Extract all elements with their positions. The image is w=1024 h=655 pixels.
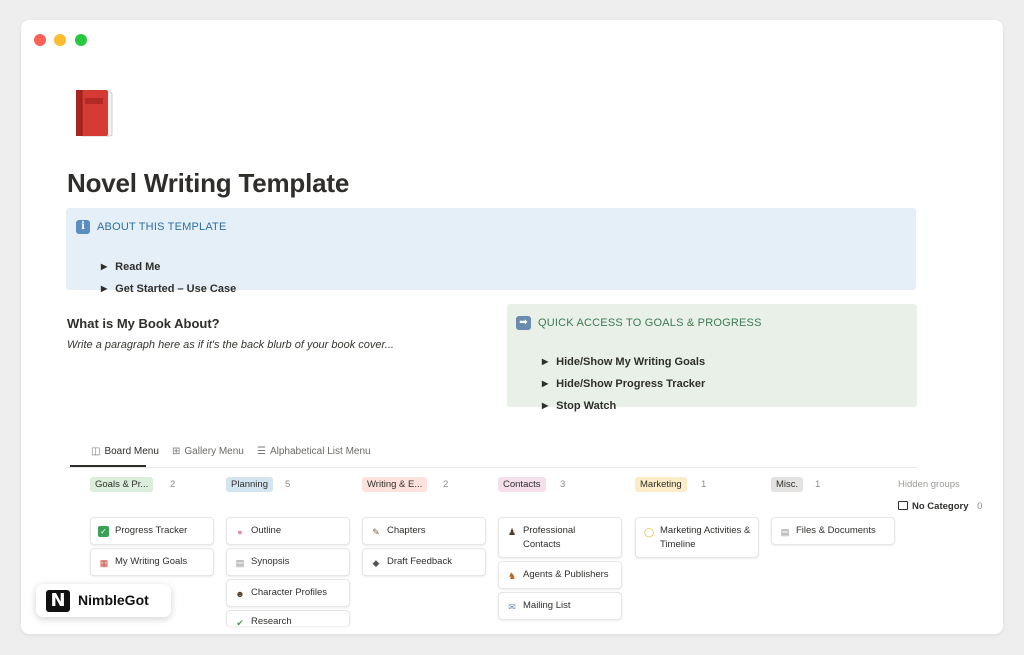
goals-progress-callout: ➡ QUICK ACCESS TO GOALS & PROGRESS ▶ Hide… <box>507 304 917 412</box>
board-card-my-writing-goals[interactable]: ▦ My Writing Goals <box>90 548 214 576</box>
gallery-icon: ⊞ <box>172 446 181 457</box>
group-count: 3 <box>560 479 566 490</box>
board-card-synopsis[interactable]: ▤ Synopsis <box>226 548 350 576</box>
about-template-callout: i ABOUT THIS TEMPLATE ▶ Read Me ▶ Get Star… <box>66 208 916 295</box>
pen-icon: ✎ <box>372 527 380 537</box>
group-label[interactable]: Goals & Pr... <box>90 477 154 492</box>
board-card-mailing-list[interactable]: ✉ Mailing List <box>498 592 622 620</box>
toggle-get-started[interactable]: ▶ Get Started – Use Case <box>101 283 236 295</box>
no-category-count: 0 <box>977 501 983 512</box>
board-icon: ◫ <box>91 446 101 457</box>
toggle-triangle-icon[interactable]: ▶ <box>542 357 548 366</box>
tabs-divider <box>66 467 917 468</box>
group-count: 1 <box>815 479 821 490</box>
file-icon: ▤ <box>780 527 790 537</box>
toggle-label: Stop Watch <box>556 400 617 412</box>
group-label[interactable]: Contacts <box>498 477 546 492</box>
card-title: Files & Documents <box>796 525 876 536</box>
hidden-group-no-category[interactable]: No Category 0 <box>898 500 982 512</box>
mail-icon: ✉ <box>508 602 516 612</box>
card-title: Chapters <box>387 525 426 536</box>
inbox-icon <box>898 501 908 510</box>
window-close-button[interactable] <box>34 34 46 46</box>
toggle-triangle-icon[interactable]: ▶ <box>542 401 548 410</box>
card-title: Synopsis <box>251 556 290 567</box>
tab-label: Board Menu <box>104 446 159 457</box>
group-count: 2 <box>170 479 176 490</box>
board-card-outline[interactable]: ● Outline <box>226 517 350 545</box>
card-title: Mailing List <box>523 600 571 611</box>
lightbulb-icon: ◯ <box>643 527 655 537</box>
book-about-paragraph[interactable]: Write a paragraph here as if it's the ba… <box>67 339 394 351</box>
hidden-groups-label: Hidden groups <box>898 479 960 490</box>
nimblegot-badge[interactable]: N NimbleGot <box>36 584 171 617</box>
tab-gallery-menu[interactable]: ⊞ Gallery Menu <box>172 446 244 457</box>
check-mark-icon: ✓ <box>98 526 109 537</box>
info-icon: i <box>76 220 90 234</box>
toggle-writing-goals[interactable]: ▶ Hide/Show My Writing Goals <box>542 356 705 368</box>
card-title: Research <box>251 616 292 626</box>
toggle-label: Get Started – Use Case <box>115 283 237 295</box>
speech-icon: ◆ <box>372 558 380 568</box>
person-suit-icon: ♟ <box>507 527 517 537</box>
list-icon: ☰ <box>257 446 266 457</box>
board-card-draft-feedback[interactable]: ◆ Draft Feedback <box>362 548 486 576</box>
toggle-triangle-icon[interactable]: ▶ <box>542 379 548 388</box>
group-count: 2 <box>443 479 449 490</box>
window-minimize-button[interactable] <box>54 34 66 46</box>
tab-label: Alphabetical List Menu <box>269 446 371 457</box>
nimblegot-badge-text: NimbleGot <box>78 592 149 608</box>
book-about-heading: What is My Book About? <box>67 316 220 331</box>
group-label[interactable]: Marketing <box>635 477 687 492</box>
tab-label: Gallery Menu <box>184 446 244 457</box>
group-label[interactable]: Planning <box>226 477 273 492</box>
right-arrow-icon: ➡ <box>516 316 531 330</box>
card-title: Draft Feedback <box>387 556 452 567</box>
toggle-triangle-icon[interactable]: ▶ <box>101 284 107 293</box>
card-title: Marketing Activities & Timeline <box>660 525 751 550</box>
board-card-professional-contacts[interactable]: ♟ Professional Contacts <box>498 517 622 558</box>
card-title: Progress Tracker <box>115 525 188 536</box>
people-icon: ♞ <box>507 571 517 581</box>
board-card-agents-publishers[interactable]: ♞ Agents & Publishers <box>498 561 622 589</box>
toggle-read-me[interactable]: ▶ Read Me <box>101 261 160 273</box>
about-template-heading: ABOUT THIS TEMPLATE <box>97 221 227 233</box>
brain-icon: ● <box>237 527 243 537</box>
window-maximize-button[interactable] <box>75 34 87 46</box>
card-title: Professional Contacts <box>523 525 576 550</box>
board-card-character-profiles[interactable]: ☻ Character Profiles <box>226 579 350 607</box>
card-title: Agents & Publishers <box>523 569 609 580</box>
board-card-files-documents[interactable]: ▤ Files & Documents <box>771 517 895 545</box>
group-label[interactable]: Misc. <box>771 477 804 492</box>
tab-board-menu[interactable]: ◫ Board Menu <box>91 446 159 457</box>
goals-progress-heading: QUICK ACCESS TO GOALS & PROGRESS <box>538 317 762 329</box>
no-category-label: No Category <box>912 501 969 512</box>
group-label[interactable]: Writing & E... <box>362 477 428 492</box>
card-title: Character Profiles <box>251 587 328 598</box>
microscope-icon: ✔ <box>236 618 244 626</box>
toggle-label: Read Me <box>115 261 161 273</box>
toggle-triangle-icon[interactable]: ▶ <box>101 262 107 271</box>
group-count: 1 <box>701 479 707 490</box>
toggle-progress-tracker[interactable]: ▶ Hide/Show Progress Tracker <box>542 378 705 390</box>
tab-alphabetical-list-menu[interactable]: ☰ Alphabetical List Menu <box>257 446 371 457</box>
toggle-label: Hide/Show Progress Tracker <box>556 378 706 390</box>
page-title: Novel Writing Template <box>67 168 350 198</box>
board-card-chapters[interactable]: ✎ Chapters <box>362 517 486 545</box>
group-count: 5 <box>285 479 291 490</box>
board-card-research[interactable]: ✔ Research <box>226 610 350 626</box>
red-book-icon <box>76 90 113 137</box>
toggle-label: Hide/Show My Writing Goals <box>556 356 706 368</box>
person-icon: ☻ <box>235 589 245 599</box>
calendar-icon: ▦ <box>99 558 109 568</box>
card-title: My Writing Goals <box>115 556 188 567</box>
board-card-progress-tracker[interactable]: ✓ Progress Tracker <box>90 517 214 545</box>
document-icon: ▤ <box>235 558 245 568</box>
board-card-marketing-activities[interactable]: ◯ Marketing Activities & Timeline <box>635 517 759 558</box>
toggle-stop-watch[interactable]: ▶ Stop Watch <box>542 400 616 412</box>
card-title: Outline <box>251 525 282 536</box>
nimblegot-logo-icon: N <box>46 590 70 612</box>
